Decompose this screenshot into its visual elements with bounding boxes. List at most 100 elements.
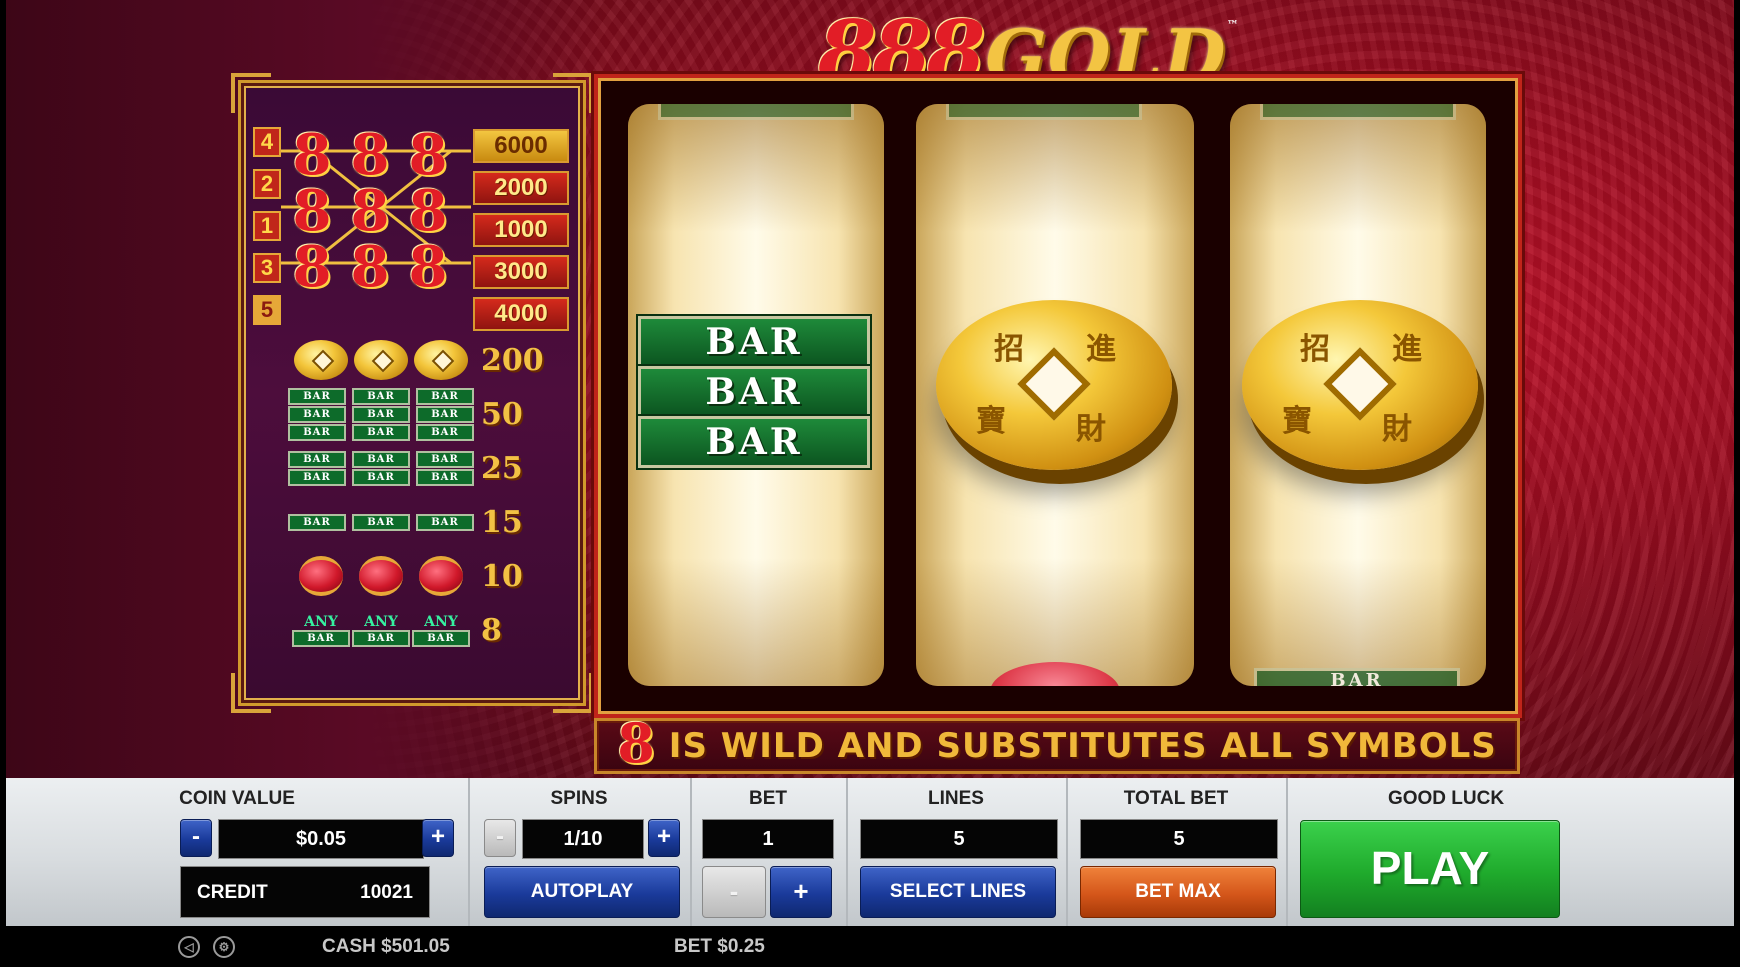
- triple-bar-icon: BAR BAR BAR: [288, 387, 346, 441]
- reel-2: 招 進 寶 財: [916, 104, 1194, 686]
- bar-label: BAR: [416, 387, 474, 405]
- any-label: ANY: [304, 613, 338, 630]
- coin-character: 招: [1300, 333, 1330, 366]
- wild-eight-symbol: 8: [292, 178, 332, 244]
- bar-label: BAR: [352, 423, 410, 441]
- wild-info-text: IS WILD AND SUBSTITUTES ALL SYMBOLS: [668, 726, 1497, 766]
- status-bar: ◁ ⚙ CASH $501.05 BET $0.25: [0, 926, 1740, 967]
- symbol-group: [287, 556, 475, 596]
- paytable-row: BAR BAR BAR 15: [287, 495, 577, 549]
- any-label: ANY: [364, 613, 398, 630]
- wild-eight-symbol: 8: [408, 234, 448, 300]
- coin-character: 寶: [1282, 405, 1312, 438]
- lines-label: LINES: [928, 788, 984, 809]
- coin-character: 財: [1076, 413, 1106, 446]
- spins-increase-button[interactable]: +: [648, 819, 680, 857]
- coin-value-section: COIN VALUE - $0.05 + CREDIT 10021: [6, 778, 470, 926]
- payline-payouts: 6000 2000 1000 3000 4000: [473, 129, 569, 339]
- bar-label: BAR: [416, 423, 474, 441]
- payline-number: 4: [253, 127, 281, 157]
- symbol-group: BAR BAR BAR: [287, 513, 475, 531]
- symbol-payouts: 200 BAR BAR BAR BAR BAR BAR BAR BAR BAR …: [287, 333, 577, 657]
- bet-section: BET 1 - +: [690, 778, 848, 926]
- coin-value-decrease-button[interactable]: -: [180, 819, 212, 857]
- paytable-row: BAR BAR BAR BAR BAR BAR BAR BAR BAR 50: [287, 387, 577, 441]
- partial-lantern-symbol: [990, 662, 1120, 686]
- coin-character: 寶: [976, 405, 1006, 438]
- back-icon[interactable]: ◁: [178, 936, 200, 958]
- coin-icon: [294, 340, 348, 380]
- play-section: GOOD LUCK PLAY: [1286, 778, 1734, 926]
- payline-payout: 3000: [473, 255, 569, 289]
- play-button[interactable]: PLAY: [1300, 820, 1560, 918]
- coin-value-label: COIN VALUE: [179, 788, 295, 809]
- coin-character: 招: [994, 333, 1024, 366]
- bar-label: BAR: [288, 468, 346, 486]
- row-payout: 15: [481, 504, 523, 540]
- any-bar-icon: ANY BAR: [412, 613, 470, 647]
- coin-character: 進: [1086, 333, 1116, 366]
- game-stage: 888 GOLD ™ 4 2 1 3 5 8 8 8 8 8 8 8 8 8 6…: [6, 0, 1734, 778]
- coin-value-increase-button[interactable]: +: [422, 819, 454, 857]
- payline-payout: 2000: [473, 171, 569, 205]
- gold-coin-symbol: 招 進 寶 財: [936, 300, 1172, 470]
- wild-eight-grid: 8 8 8 8 8 8 8 8 8: [285, 127, 455, 297]
- lantern-icon: [359, 556, 403, 596]
- reel-1: BAR BAR BAR: [628, 104, 884, 686]
- reel-bar-symbol: BAR: [638, 416, 870, 468]
- reel-3: 招 進 寶 財 BAR: [1230, 104, 1486, 686]
- payline-payout: 6000: [473, 129, 569, 163]
- paytable-corner-ornament: [553, 673, 593, 713]
- payline-payout: 1000: [473, 213, 569, 247]
- lantern-icon: [299, 556, 343, 596]
- control-panel: COIN VALUE - $0.05 + CREDIT 10021 SPINS …: [6, 778, 1734, 926]
- bar-label: BAR: [416, 405, 474, 423]
- payline-payout: 4000: [473, 297, 569, 331]
- total-bet-section: TOTAL BET 5 BET MAX: [1066, 778, 1288, 926]
- bet-increase-button[interactable]: +: [770, 866, 832, 918]
- any-bar-icon: ANY BAR: [292, 613, 350, 647]
- credit-label: CREDIT: [197, 882, 268, 903]
- bet-decrease-button[interactable]: -: [702, 866, 766, 918]
- paytable-row: ANY BAR ANY BAR ANY BAR 8: [287, 603, 577, 657]
- payline-numbers: 4 2 1 3 5: [253, 127, 281, 337]
- bet-readout: BET $0.25: [674, 936, 765, 957]
- partial-bar-symbol: [658, 104, 854, 120]
- symbol-group: ANY BAR ANY BAR ANY BAR: [287, 614, 475, 647]
- bar-label: BAR: [352, 387, 410, 405]
- row-payout: 200: [481, 342, 544, 378]
- bar-label: BAR: [352, 405, 410, 423]
- symbol-group: [287, 340, 475, 380]
- payline-number: 3: [253, 253, 281, 283]
- partial-bar-symbol: [1260, 104, 1456, 120]
- settings-icon[interactable]: ⚙: [213, 936, 235, 958]
- bet-max-button[interactable]: BET MAX: [1080, 866, 1276, 918]
- symbol-group: BAR BAR BAR BAR BAR BAR: [287, 450, 475, 486]
- paytable-row: BAR BAR BAR BAR BAR BAR 25: [287, 441, 577, 495]
- any-label: ANY: [424, 613, 458, 630]
- total-bet-label: TOTAL BET: [1123, 788, 1229, 809]
- bar-label: BAR: [412, 629, 470, 647]
- credit-value: 10021: [360, 882, 413, 903]
- spins-field: 1/10: [522, 819, 644, 859]
- autoplay-button[interactable]: AUTOPLAY: [484, 866, 680, 918]
- partial-bar-symbol: BAR: [1254, 668, 1460, 686]
- row-payout: 50: [481, 396, 523, 432]
- paytable-corner-ornament: [553, 73, 593, 113]
- wild-eight-symbol: 8: [292, 122, 332, 188]
- coin-value-field: $0.05: [218, 819, 424, 859]
- double-bar-icon: BAR BAR: [416, 450, 474, 486]
- lines-field: 5: [860, 819, 1058, 859]
- double-bar-icon: BAR BAR: [352, 450, 410, 486]
- bet-field: 1: [702, 819, 834, 859]
- logo-trademark: ™: [1226, 18, 1239, 32]
- bar-label: BAR: [288, 450, 346, 468]
- partial-bar-symbol: [946, 104, 1142, 120]
- bar-label: BAR: [288, 405, 346, 423]
- spins-decrease-button[interactable]: -: [484, 819, 516, 857]
- bet-label: BET: [749, 788, 787, 809]
- bar-label: BAR: [352, 468, 410, 486]
- paytable-corner-ornament: [231, 73, 271, 113]
- select-lines-button[interactable]: SELECT LINES: [860, 866, 1056, 918]
- reel-window: BAR BAR BAR 招 進 寶 財 招 進 寶 財 BAR: [594, 74, 1522, 718]
